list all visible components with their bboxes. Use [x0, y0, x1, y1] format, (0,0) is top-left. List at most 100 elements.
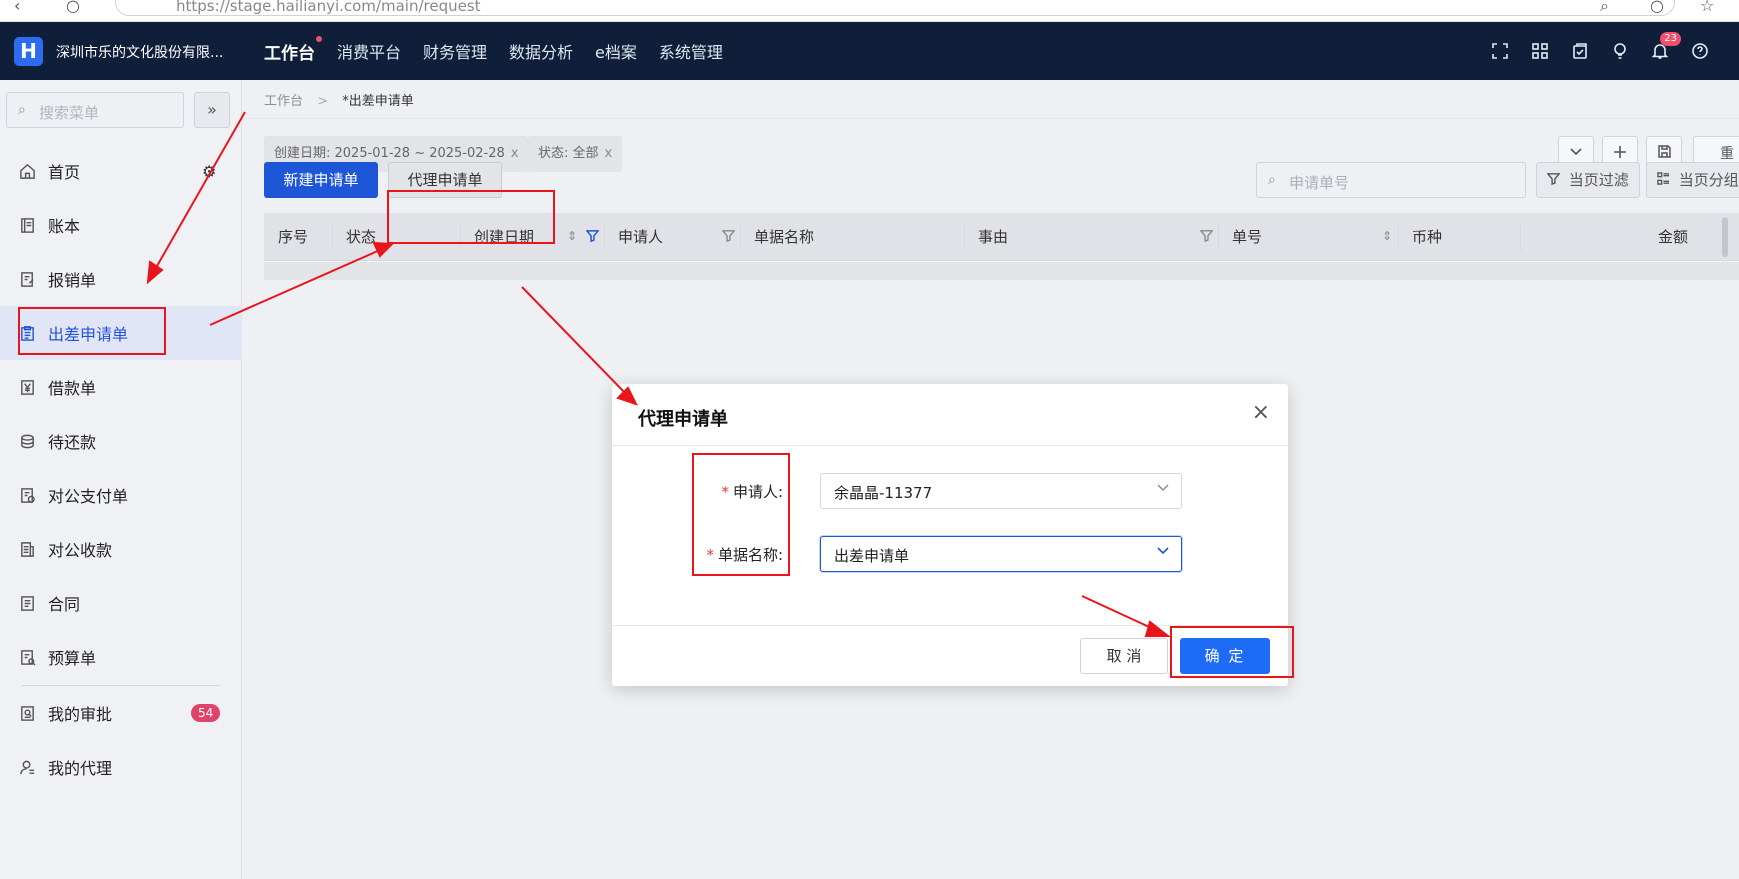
menu-search-placeholder: 搜索菜单: [39, 104, 100, 122]
nav-consumption[interactable]: 消费平台: [337, 39, 401, 63]
page-group-button[interactable]: 当页分组: [1646, 162, 1739, 198]
sidebar-item-pending-repayment[interactable]: 待还款: [0, 414, 242, 468]
receipt-icon: [18, 540, 36, 558]
nav-workbench[interactable]: 工作台: [264, 35, 322, 64]
yen-icon: [18, 378, 36, 396]
gear-icon[interactable]: ⚙: [202, 162, 216, 181]
sidebar-item-label: 借款单: [48, 379, 97, 398]
repay-icon: [18, 432, 36, 450]
plus-icon: [1614, 146, 1626, 158]
sidebar-item-label: 对公收款: [48, 541, 113, 560]
sidebar-item-ledger[interactable]: 账本: [0, 198, 242, 252]
home-icon: [18, 162, 36, 180]
sidebar-item-contract[interactable]: 合同: [0, 576, 242, 630]
lightbulb-icon[interactable]: [1609, 40, 1631, 62]
column-header-currency: 币种: [1412, 228, 1443, 246]
nav-archive[interactable]: e档案: [595, 39, 637, 63]
filter-icon: [1546, 171, 1565, 189]
column-header-number: 单号: [1232, 228, 1263, 246]
group-icon: [1657, 171, 1675, 189]
filter-chip-status[interactable]: 状态: 全部 x: [528, 136, 623, 172]
annotation-box-sidebar: [18, 307, 166, 355]
search-icon[interactable]: ⌕: [1600, 0, 1609, 16]
contract-icon: [18, 594, 36, 612]
close-icon[interactable]: ×: [1252, 400, 1270, 425]
bookmark-icon[interactable]: ☆: [1700, 0, 1714, 15]
top-navigation: H 深圳市乐的文化股份有限... 工作台 消费平台 财务管理 数据分析 e档案 …: [0, 22, 1739, 80]
sidebar-item-label: 待还款: [48, 433, 97, 452]
address-bar[interactable]: https://stage.hailianyi.com/main/request: [115, 0, 1675, 16]
sidebar-item-label: 首页: [48, 163, 81, 182]
nav-analytics[interactable]: 数据分析: [509, 39, 573, 63]
sidebar-item-home[interactable]: 首页 ⚙: [0, 144, 242, 198]
ledger-icon: [18, 216, 36, 234]
document-name-value: 出差申请单: [834, 547, 910, 565]
approval-count-badge: 54: [191, 704, 221, 722]
filter-chip-text: 创建日期: 2025-01-28 ~ 2025-02-28: [274, 146, 505, 161]
column-divider: [740, 223, 741, 251]
fullscreen-icon[interactable]: [1489, 40, 1511, 62]
sidebar-item-label: 账本: [48, 217, 81, 236]
new-request-button[interactable]: 新建申请单: [264, 162, 378, 198]
column-header-applicant: 申请人: [618, 228, 664, 246]
sort-icon[interactable]: ⇕: [567, 229, 577, 243]
sidebar-item-my-agent[interactable]: 我的代理: [0, 740, 242, 794]
chevron-down-icon: [1157, 544, 1169, 560]
collapse-sidebar-button[interactable]: »: [194, 92, 230, 128]
reimburse-icon: [18, 270, 36, 288]
remove-filter-icon[interactable]: x: [511, 146, 519, 161]
sidebar-item-corporate-payment[interactable]: 对公支付单: [0, 468, 242, 522]
column-header-amount: 金额: [1658, 228, 1689, 246]
company-name[interactable]: 深圳市乐的文化股份有限...: [56, 42, 223, 62]
sidebar-item-budget[interactable]: 预算单: [0, 630, 242, 684]
sidebar-item-my-approvals[interactable]: 我的审批 54: [0, 686, 242, 740]
filter-chip-text: 状态: 全部: [538, 146, 599, 161]
remove-filter-icon[interactable]: x: [605, 146, 613, 161]
payment-icon: [18, 486, 36, 504]
sidebar-item-label: 我的审批: [48, 705, 113, 724]
task-check-icon[interactable]: [1569, 40, 1591, 62]
nav-finance[interactable]: 财务管理: [423, 39, 487, 63]
breadcrumb-root[interactable]: 工作台: [264, 94, 303, 109]
table-scrollbar[interactable]: [1722, 217, 1728, 257]
page-filter-button[interactable]: 当页过滤: [1536, 162, 1640, 198]
breadcrumb: 工作台 > *出差申请单: [264, 90, 414, 109]
sidebar-item-loan[interactable]: 借款单: [0, 360, 242, 414]
help-icon[interactable]: [1689, 40, 1711, 62]
bell-icon[interactable]: 23: [1649, 32, 1681, 62]
save-icon: [1657, 145, 1671, 158]
reload-icon[interactable]: ○: [66, 0, 80, 15]
annotation-box-confirm: [1170, 626, 1294, 678]
request-number-search-input[interactable]: ⌕ 申请单号: [1256, 162, 1526, 198]
address-text: https://stage.hailianyi.com/main/request: [176, 0, 481, 15]
budget-icon: [18, 648, 36, 666]
apps-grid-icon[interactable]: [1529, 40, 1551, 62]
document-name-select[interactable]: 出差申请单: [820, 536, 1182, 572]
applicant-select[interactable]: 余晶晶-11377: [820, 473, 1182, 509]
app-logo[interactable]: H: [14, 37, 43, 66]
column-header-status: 状态: [346, 228, 377, 246]
filter-icon[interactable]: [721, 229, 736, 245]
sidebar-item-reimbursement[interactable]: 报销单: [0, 252, 242, 306]
column-header-reason: 事由: [978, 228, 1009, 246]
column-divider: [1520, 223, 1521, 251]
column-divider: [964, 223, 965, 251]
profile-icon[interactable]: ○: [1650, 0, 1664, 15]
chevron-down-icon: [1570, 148, 1582, 156]
filter-icon[interactable]: [1199, 229, 1214, 245]
filter-icon[interactable]: [585, 229, 600, 245]
annotation-box-proxy-button: [387, 190, 555, 244]
notification-badge: 23: [1660, 32, 1681, 46]
request-number-placeholder: 申请单号: [1289, 174, 1350, 192]
sort-icon[interactable]: ⇕: [1382, 229, 1392, 243]
cancel-button[interactable]: 取 消: [1080, 638, 1168, 674]
back-icon[interactable]: ‹: [14, 0, 20, 15]
sidebar-item-corporate-receipt[interactable]: 对公收款: [0, 522, 242, 576]
nav-label: 工作台: [264, 43, 315, 64]
nav-system[interactable]: 系统管理: [659, 39, 723, 63]
applicant-value: 余晶晶-11377: [834, 484, 933, 502]
column-divider: [1218, 223, 1219, 251]
dialog-title: 代理申请单: [638, 409, 728, 430]
sidebar-item-label: 对公支付单: [48, 487, 129, 506]
menu-search-input[interactable]: ⌕ 搜索菜单: [6, 92, 184, 128]
